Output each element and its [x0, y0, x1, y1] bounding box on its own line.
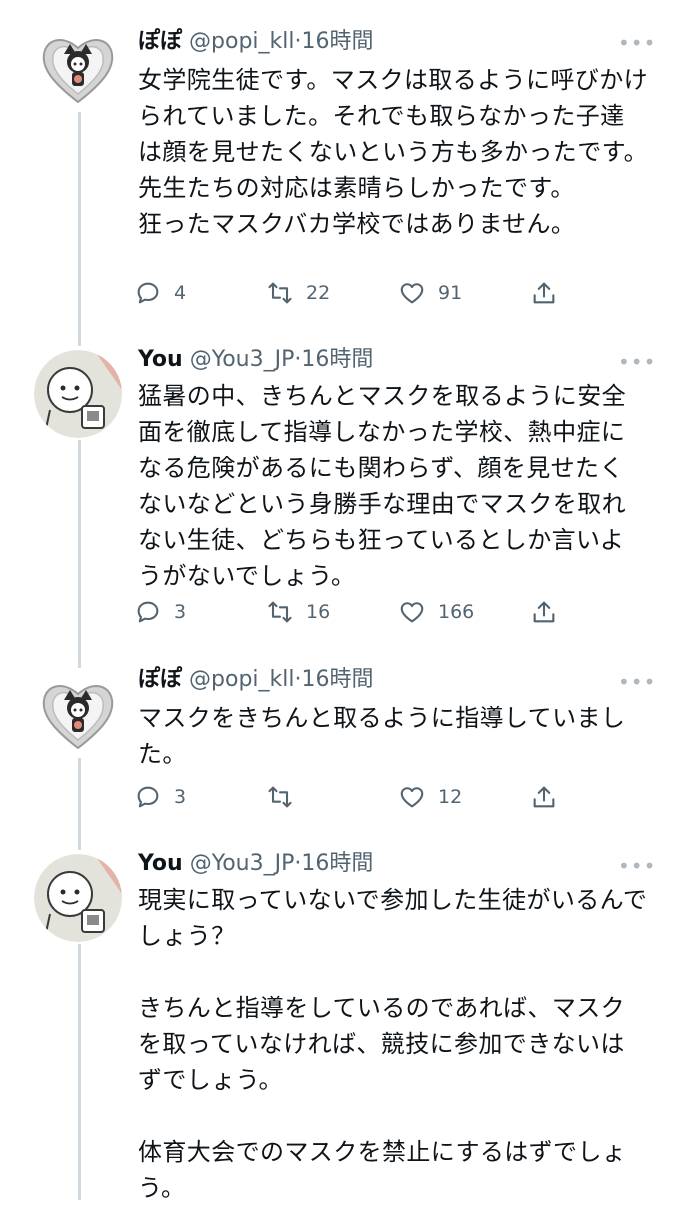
- tweet-header: ぽぽ @popi_kll·16時間: [138, 25, 373, 59]
- author-name[interactable]: You: [138, 347, 183, 372]
- tweet-actions: 3 12: [134, 780, 654, 814]
- tweet-text: マスクをきちんと取るように指導していました。: [138, 704, 626, 768]
- tweet-header: ぽぽ @popi_kll·16時間: [138, 663, 373, 697]
- author-handle-time[interactable]: @popi_kll·16時間: [189, 29, 373, 54]
- kuromi-avatar[interactable]: [34, 670, 122, 758]
- reply-count: 3: [174, 601, 187, 623]
- share-button[interactable]: [530, 276, 558, 310]
- tweet-4[interactable]: You @You3_JP·16時間 ••• 現実に取っていないで参加した生徒がい…: [0, 840, 682, 1202]
- author-handle-time[interactable]: @popi_kll·16時間: [189, 667, 373, 692]
- share-button[interactable]: [530, 780, 558, 814]
- reply-button[interactable]: 3: [134, 780, 186, 814]
- tweet-actions: 3 16 166: [134, 595, 654, 629]
- retweet-icon: [268, 601, 292, 623]
- tweet-text: 現実に取っていないで参加した生徒がいるんでしょう？ きちんと指導をしているのであ…: [138, 886, 648, 1202]
- tweet-text: 女学院生徒です。マスクは取るように呼びかけられていました。それでも取らなかった子…: [138, 66, 648, 238]
- like-button[interactable]: 166: [398, 595, 474, 629]
- reply-icon: [137, 601, 159, 623]
- like-count: 166: [438, 601, 475, 623]
- reply-button[interactable]: 4: [134, 276, 186, 310]
- retweet-count: 22: [306, 282, 331, 304]
- share-icon: [533, 601, 555, 623]
- reply-count: 4: [174, 282, 187, 304]
- retweet-count: 16: [306, 601, 331, 623]
- like-count: 12: [438, 786, 463, 808]
- tweet-3[interactable]: ぽぽ @popi_kll·16時間 ••• マスクをきちんと取るように指導してい…: [0, 650, 682, 840]
- like-button[interactable]: 12: [398, 780, 462, 814]
- share-icon: [533, 282, 555, 304]
- cartoon-avatar[interactable]: [34, 854, 122, 942]
- retweet-button[interactable]: 16: [266, 595, 330, 629]
- retweet-icon: [268, 786, 292, 808]
- heart-icon: [400, 787, 424, 808]
- author-name[interactable]: ぽぽ: [138, 29, 182, 54]
- tweet-header: You @You3_JP·16時間: [138, 847, 373, 881]
- like-button[interactable]: 91: [398, 276, 462, 310]
- retweet-button[interactable]: [266, 780, 306, 814]
- reply-icon: [137, 786, 159, 808]
- heart-icon: [400, 283, 424, 304]
- share-button[interactable]: [530, 595, 558, 629]
- more-icon[interactable]: •••: [618, 352, 655, 372]
- author-name[interactable]: You: [138, 851, 183, 876]
- more-icon[interactable]: •••: [618, 33, 655, 53]
- tweet-2[interactable]: You @You3_JP·16時間 ••• 猛暑の中、きちんとマスクを取るように…: [0, 330, 682, 650]
- tweet-1[interactable]: ぽぽ @popi_kll·16時間 ••• 女学院生徒です。マスクは取るように呼…: [0, 0, 682, 330]
- more-icon[interactable]: •••: [618, 672, 655, 692]
- heart-icon: [400, 602, 424, 623]
- cartoon-avatar[interactable]: [34, 350, 122, 438]
- reply-icon: [137, 282, 159, 304]
- tweet-header: You @You3_JP·16時間: [138, 343, 373, 377]
- reply-count: 3: [174, 786, 187, 808]
- reply-button[interactable]: 3: [134, 595, 186, 629]
- author-handle-time[interactable]: @You3_JP·16時間: [190, 347, 374, 372]
- share-icon: [533, 786, 555, 808]
- author-handle-time[interactable]: @You3_JP·16時間: [190, 851, 374, 876]
- author-name[interactable]: ぽぽ: [138, 667, 182, 692]
- retweet-icon: [268, 282, 292, 304]
- like-count: 91: [438, 282, 463, 304]
- kuromi-avatar[interactable]: [34, 24, 122, 112]
- retweet-button[interactable]: 22: [266, 276, 330, 310]
- more-icon[interactable]: •••: [618, 856, 655, 876]
- tweet-actions: 4 22 91: [134, 276, 654, 310]
- tweet-text: 猛暑の中、きちんとマスクを取るように安全面を徹底して指導しなかった学校、熱中症に…: [138, 382, 626, 590]
